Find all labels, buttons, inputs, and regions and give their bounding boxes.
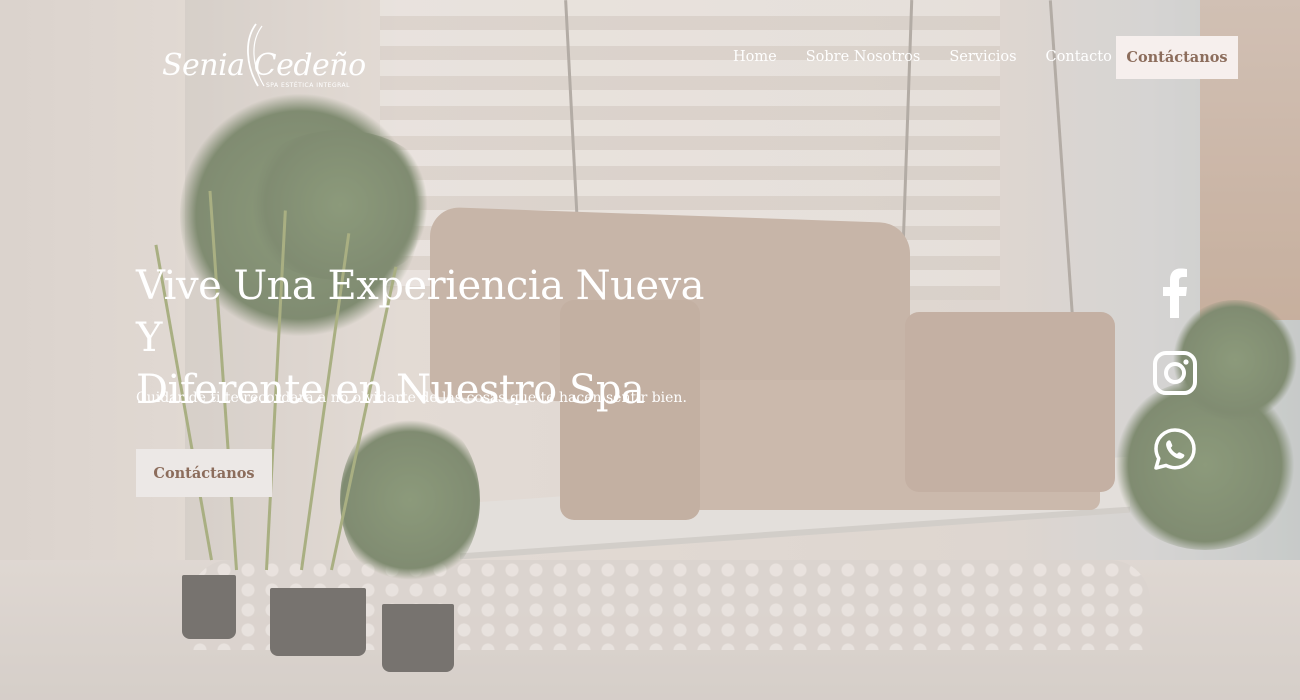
facebook-icon [1163,268,1187,318]
nav-link-contacto[interactable]: Contacto [1046,47,1112,67]
brand-logo[interactable]: Senia Cedeño SPA ESTÉTICA INTEGRAL [160,22,366,94]
logo-tagline: SPA ESTÉTICA INTEGRAL [266,82,350,89]
hero-subtitle: Cuidar de ti te recordará a no olvidarte… [136,390,687,406]
nav-link-home[interactable]: Home [733,47,777,67]
facebook-icon[interactable] [1152,268,1198,318]
whatsapp-icon[interactable] [1152,424,1198,474]
hero-contact-button[interactable]: Contáctanos [136,449,272,497]
nav-link-sobre-nosotros[interactable]: Sobre Nosotros [806,47,921,67]
logo-script-text: Senia Cedeño [162,48,366,83]
main-nav: Home Sobre Nosotros Servicios Contacto [733,47,1141,67]
instagram-icon[interactable] [1152,348,1198,398]
nav-link-servicios[interactable]: Servicios [949,47,1016,67]
header-contact-button[interactable]: Contáctanos [1116,36,1238,79]
instagram-icon [1153,351,1197,395]
whatsapp-icon [1154,428,1196,470]
hero-title-line-1: Vive Una Experiencia Nueva Y [136,263,705,361]
